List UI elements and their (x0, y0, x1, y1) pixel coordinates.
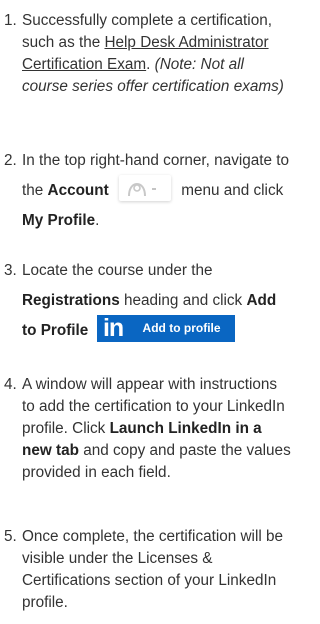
help-desk-exam-link[interactable]: Help Desk Administrator (104, 34, 268, 51)
step-number: 4. (4, 376, 17, 393)
step-1-text: such as the (22, 34, 105, 51)
step-3-text: heading and click (119, 292, 247, 309)
note-text: (Note: Not all (154, 56, 244, 73)
step-3-line-1: Locate the course under the (22, 262, 213, 279)
step-5-line-4: profile. (22, 594, 68, 611)
account-menu-button[interactable] (118, 174, 171, 201)
step-number: 3. (4, 262, 17, 279)
step-4-line-5: provided in each field. (22, 464, 171, 481)
step-number: 1. (4, 12, 17, 29)
step-number: 5. (4, 528, 17, 545)
launch-linkedin-label: Launch LinkedIn in a (109, 420, 262, 437)
step-4-text: profile. Click (22, 420, 110, 437)
step-2-line-1: In the top right-hand corner, navigate t… (22, 152, 290, 169)
step-4-line-2: to add the certification to your LinkedI… (22, 398, 285, 415)
certification-exam-link[interactable]: Certification Exam (22, 56, 146, 73)
step-2-text-cont: menu and click (181, 182, 284, 199)
add-to-profile-button[interactable]: Add to profile (129, 315, 235, 343)
step-1-line-1: Successfully complete a certification, (22, 12, 272, 29)
step-4-text-cont: and copy and paste the values (78, 442, 291, 459)
my-profile-label: My Profile (22, 212, 96, 229)
step-number: 2. (4, 152, 17, 169)
note-text-cont: course series offer certification exams) (22, 78, 284, 95)
step-4-line-1: A window will appear with instructions (22, 376, 278, 393)
linkedin-logo-icon: in (96, 315, 130, 343)
to-profile-label: to Profile (22, 322, 89, 339)
punctuation: . (95, 212, 100, 229)
step-5-line-2: visible under the Licenses & (22, 550, 213, 567)
account-label: Account (47, 182, 109, 199)
punctuation: . (146, 56, 155, 73)
step-5-line-1: Once complete, the certification will be (22, 528, 284, 545)
step-5-line-3: Certifications section of your LinkedIn (22, 572, 277, 589)
new-tab-label: new tab (22, 442, 79, 459)
step-2-text: the (22, 182, 48, 199)
user-avatar-icon (127, 182, 156, 196)
registrations-label: Registrations (22, 292, 120, 309)
add-label: Add (246, 292, 277, 309)
